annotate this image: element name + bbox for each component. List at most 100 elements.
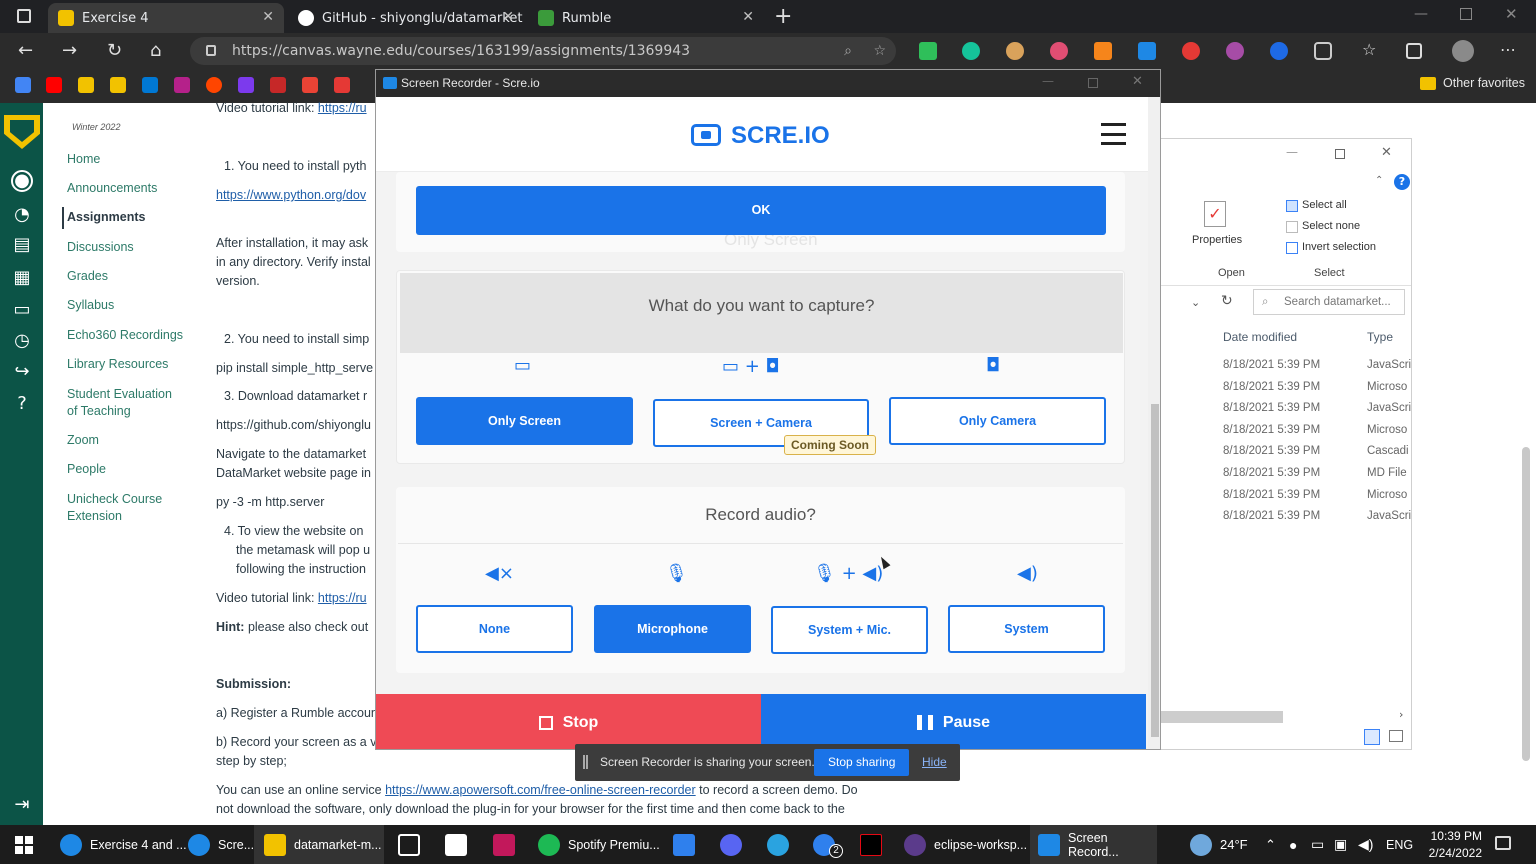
nav-unicheck[interactable]: Unicheck Course Extension — [67, 491, 177, 525]
screen-recorder-extension-icon[interactable] — [1138, 42, 1156, 60]
file-row[interactable]: 8/18/2021 5:39 PM JavaScri — [1223, 402, 1411, 414]
dashboard-icon[interactable]: ◔ — [11, 204, 33, 226]
close-tab-icon[interactable]: ✕ — [502, 9, 514, 25]
col-type[interactable]: Type — [1367, 330, 1393, 344]
file-row[interactable]: 8/18/2021 5:39 PM JavaScri — [1223, 359, 1411, 371]
gradient-icon[interactable] — [174, 77, 190, 93]
nav-zoom[interactable]: Zoom — [67, 432, 99, 449]
only-screen-button[interactable]: Only Screen — [416, 397, 633, 445]
account-icon[interactable]: ● — [11, 170, 33, 192]
stop-sharing-button[interactable]: Stop sharing — [814, 749, 910, 776]
properties-icon[interactable]: ✓ — [1204, 201, 1226, 227]
restore-icon[interactable] — [1460, 8, 1472, 20]
scroll-right-icon[interactable]: › — [1399, 708, 1403, 721]
file-row[interactable]: 8/18/2021 5:39 PM Microso — [1223, 381, 1407, 393]
taskbar-edge-screio[interactable]: Scre... — [188, 825, 254, 864]
audio-system-mic-button[interactable]: System + Mic. — [771, 606, 928, 654]
back-icon[interactable]: ← — [18, 41, 33, 61]
page-scrollbar[interactable] — [1522, 447, 1530, 761]
shield-extension-icon[interactable] — [919, 42, 937, 60]
puzzle-extensions-icon[interactable] — [1314, 42, 1332, 60]
search-box[interactable]: ⌕ Search datamarket... — [1253, 289, 1405, 315]
battery-tray-icon[interactable]: ▭ — [1311, 825, 1324, 864]
file-row[interactable]: 8/18/2021 5:39 PM Microso — [1223, 424, 1407, 436]
help-icon[interactable]: ? — [11, 393, 33, 415]
taskbar-app-c[interactable] — [398, 825, 428, 864]
stop-button[interactable]: Stop — [376, 694, 761, 749]
taskbar-telegram[interactable] — [767, 825, 797, 864]
taskbar-eclipse[interactable]: eclipse-worksp... — [904, 825, 1027, 864]
taskbar-spotify[interactable]: Spotify Premiu... — [538, 825, 660, 864]
explorer-close-icon[interactable]: ✕ — [1381, 145, 1392, 160]
invert-selection-button[interactable]: Invert selection — [1302, 241, 1376, 253]
url-input[interactable]: https://canvas.wayne.edu/courses/163199/… — [190, 37, 896, 65]
microphone-tray-icon[interactable]: ● — [1289, 825, 1297, 864]
profile-avatar[interactable] — [1452, 40, 1474, 62]
nav-library-resources[interactable]: Library Resources — [67, 356, 168, 373]
explorer-minimize-icon[interactable]: — — [1286, 145, 1298, 159]
menu-icon[interactable]: ⋯ — [1500, 40, 1516, 59]
taskbar-netflix[interactable] — [860, 825, 890, 864]
drag-handle-icon[interactable] — [583, 755, 588, 769]
recorder-scrollbar-thumb[interactable] — [1151, 404, 1159, 737]
home-icon[interactable]: ⌂ — [150, 41, 161, 61]
commons-icon[interactable]: ↪ — [11, 361, 33, 383]
forward-icon[interactable]: → — [62, 41, 77, 61]
other-favorites[interactable]: Other favorites — [1420, 76, 1525, 90]
recorder-minimize-icon[interactable]: — — [1042, 74, 1054, 88]
reddit-icon[interactable] — [206, 77, 222, 93]
close-tab-icon[interactable]: ✕ — [742, 9, 754, 25]
recorder-close-icon[interactable]: ✕ — [1132, 74, 1143, 89]
grammarly-extension-icon[interactable] — [962, 42, 980, 60]
taskbar-screen-recorder[interactable]: Screen Record... — [1030, 825, 1157, 864]
notification-icon[interactable] — [1495, 836, 1511, 850]
details-view-icon[interactable] — [1364, 729, 1380, 745]
zoom-icon[interactable]: ⌕ — [844, 37, 852, 65]
tab-exercise-4[interactable]: Exercise 4 ✕ — [48, 3, 284, 33]
gmail-icon[interactable] — [302, 77, 318, 93]
audio-microphone-button[interactable]: Microphone — [594, 605, 751, 653]
nav-people[interactable]: People — [67, 461, 106, 478]
path-dropdown-icon[interactable]: ⌄ — [1191, 296, 1200, 309]
hamburger-menu-icon[interactable] — [1101, 123, 1126, 145]
blue-extension-icon[interactable] — [1270, 42, 1288, 60]
audio-none-button[interactable]: None — [416, 605, 573, 653]
docs-icon[interactable] — [15, 77, 31, 93]
file-row[interactable]: 8/18/2021 5:39 PM MD File — [1223, 467, 1407, 479]
ribbon-collapse-icon[interactable]: ⌃ — [1375, 175, 1383, 186]
collections-icon[interactable] — [1406, 43, 1422, 59]
only-camera-button[interactable]: Only Camera — [889, 397, 1106, 445]
favorites-icon[interactable]: ☆ — [1362, 40, 1376, 59]
outlook-icon[interactable] — [142, 77, 158, 93]
nav-grades[interactable]: Grades — [67, 268, 108, 285]
history-icon[interactable]: ◷ — [11, 330, 33, 352]
pause-button[interactable]: Pause — [761, 694, 1146, 749]
taskbar-vscode[interactable] — [673, 825, 703, 864]
tab-actions-icon[interactable] — [17, 9, 31, 23]
close-tab-icon[interactable]: ✕ — [262, 9, 274, 25]
taskbar-explorer-datamarket[interactable]: datamarket-m... — [254, 825, 384, 864]
file-row[interactable]: 8/18/2021 5:39 PM JavaScri — [1223, 510, 1411, 522]
bolt-icon[interactable] — [78, 77, 94, 93]
weather-widget[interactable]: 24°F — [1190, 825, 1248, 864]
adblock-extension-icon[interactable] — [1182, 42, 1200, 60]
start-button-icon[interactable] — [15, 836, 33, 854]
properties-label[interactable]: Properties — [1192, 234, 1242, 246]
nav-echo360[interactable]: Echo360 Recordings — [67, 327, 183, 344]
taskbar-todo[interactable]: 2 — [813, 825, 843, 864]
tray-overflow-icon[interactable]: ⌃ — [1265, 825, 1276, 864]
taskbar-app-red[interactable] — [493, 825, 523, 864]
minimize-icon[interactable]: — — [1414, 6, 1428, 22]
col-date-modified[interactable]: Date modified — [1223, 330, 1297, 344]
volume-tray-icon[interactable]: ◀) — [1358, 825, 1373, 864]
network-tray-icon[interactable]: ▣ — [1334, 825, 1347, 864]
nav-discussions[interactable]: Discussions — [67, 239, 134, 256]
close-window-icon[interactable]: ✕ — [1505, 5, 1518, 23]
circle-extension-icon[interactable] — [1226, 42, 1244, 60]
nav-student-evaluation[interactable]: Student Evaluation of Teaching — [67, 386, 185, 420]
hide-button[interactable]: Hide — [922, 755, 947, 769]
select-all-button[interactable]: Select all — [1302, 199, 1347, 211]
nav-syllabus[interactable]: Syllabus — [67, 297, 114, 314]
taskbar-edge-exercise[interactable]: Exercise 4 and ... — [60, 825, 187, 864]
taskbar-gmail[interactable] — [445, 825, 475, 864]
